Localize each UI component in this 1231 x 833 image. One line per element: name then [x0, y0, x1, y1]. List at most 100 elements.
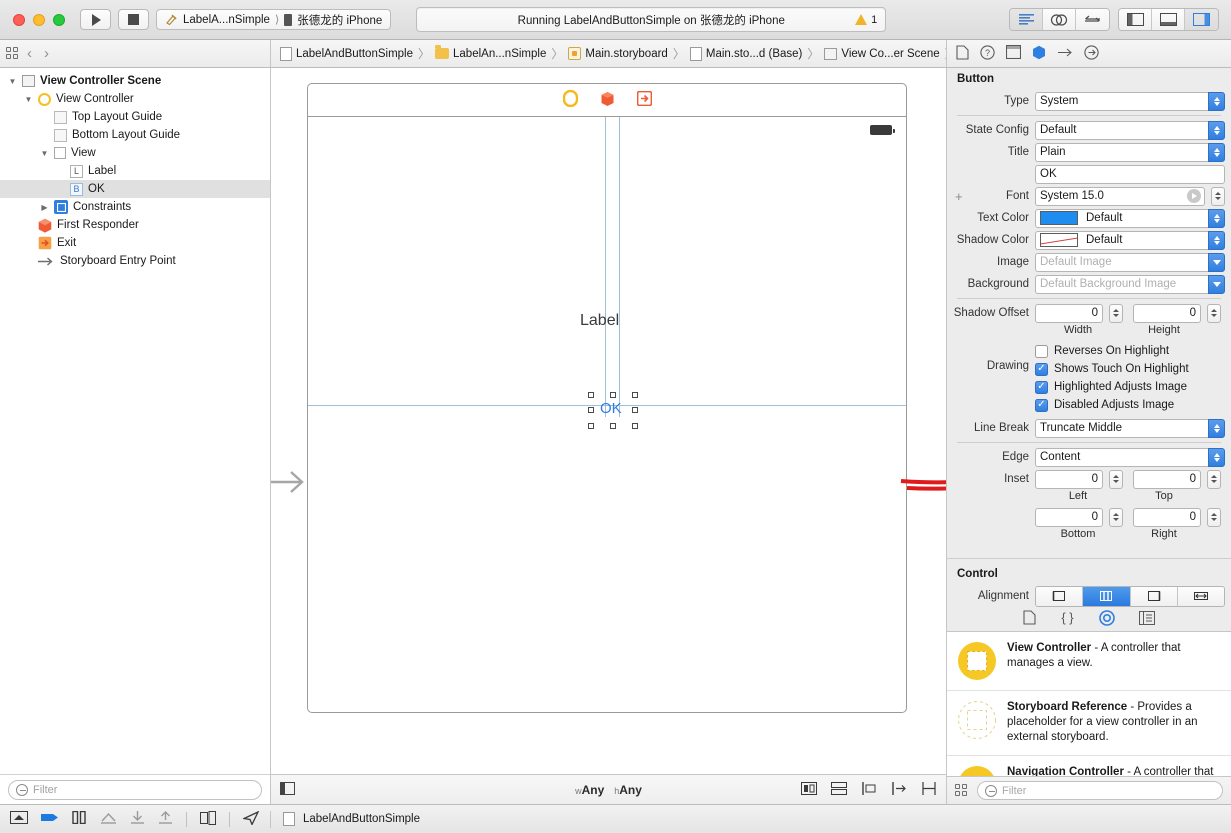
exit-dock-icon[interactable] [637, 91, 652, 109]
assistant-editor-button[interactable] [1043, 9, 1076, 30]
library-view-mode-icon[interactable] [955, 784, 969, 798]
outline-filter-field[interactable]: Filter [8, 780, 262, 800]
outline-item-view-controller-scene[interactable]: ▼View Controller Scene [0, 72, 270, 90]
embed-in-stack-icon[interactable] [831, 782, 847, 798]
root-view[interactable]: Label OK [308, 117, 906, 713]
update-frames-icon[interactable] [801, 782, 817, 798]
text-color-swatch[interactable] [1040, 211, 1078, 225]
align-left-button[interactable] [1036, 587, 1083, 606]
shadow-offset-height-stepper[interactable] [1207, 304, 1221, 323]
inset-right-input[interactable]: 0 [1133, 508, 1201, 527]
breakpoint-icon[interactable] [10, 811, 28, 827]
version-editor-button[interactable] [1076, 9, 1109, 30]
inset-top-input[interactable]: 0 [1133, 470, 1201, 489]
checkbox-reverses-on-highlight[interactable] [1035, 345, 1048, 358]
outline-item-view[interactable]: ▼View [0, 144, 270, 162]
outline-item-ok[interactable]: BOK [0, 180, 270, 198]
toggle-navigator-button[interactable] [1119, 9, 1152, 30]
inset-bottom-input[interactable]: 0 [1035, 508, 1103, 527]
inset-top-stepper[interactable] [1207, 470, 1221, 489]
background-popup[interactable]: Default Background Image [1035, 275, 1225, 294]
checkbox-shows-touch-on-highlight[interactable] [1035, 363, 1048, 376]
shadow-color-swatch[interactable] [1040, 233, 1078, 247]
breadcrumb-base-localization[interactable]: Main.sto...d (Base) [687, 47, 806, 61]
view-hierarchy-icon[interactable] [200, 811, 216, 828]
drawing-option-row[interactable]: Disabled Adjusts Image [1035, 396, 1231, 414]
stop-button[interactable] [118, 9, 149, 30]
text-color-popup[interactable]: Default [1035, 209, 1225, 228]
breadcrumb-group[interactable]: LabelAn...nSimple [432, 48, 549, 60]
back-button[interactable]: ‹ [22, 45, 37, 62]
resize-handle-t[interactable] [610, 392, 616, 398]
quick-help-tab[interactable]: ? [980, 45, 995, 63]
disclosure-triangle-icon[interactable]: ▼ [24, 95, 33, 104]
outline-item-first-responder[interactable]: First Responder [0, 216, 270, 234]
step-out-icon[interactable] [158, 811, 173, 827]
attributes-inspector-tab[interactable] [1032, 45, 1046, 63]
size-inspector-tab[interactable] [1057, 45, 1073, 63]
outline-item-view-controller[interactable]: ▼View Controller [0, 90, 270, 108]
inset-left-stepper[interactable] [1109, 470, 1123, 489]
view-controller-dock-icon[interactable] [563, 90, 578, 110]
outline-item-exit[interactable]: Exit [0, 234, 270, 252]
drawing-option-row[interactable]: Shows Touch On Highlight [1035, 360, 1231, 378]
breadcrumb-project[interactable]: LabelAndButtonSimple [277, 47, 416, 61]
storyboard-canvas[interactable]: Label OK [271, 68, 946, 774]
align-center-button[interactable] [1083, 587, 1130, 606]
minimize-window-button[interactable] [33, 14, 45, 26]
line-break-popup[interactable]: Truncate Middle [1035, 419, 1225, 438]
document-outline-list[interactable]: ▼View Controller Scene▼View ControllerTo… [0, 68, 270, 774]
add-variation-icon[interactable]: + [955, 189, 963, 204]
type-popup[interactable]: System [1035, 92, 1225, 111]
document-outline-toggle[interactable] [280, 782, 295, 798]
media-library-icon[interactable] [1139, 611, 1155, 628]
issue-counter[interactable]: 1 [855, 14, 877, 26]
object-library-list[interactable]: View Controller - A controller that mana… [947, 631, 1231, 776]
outline-item-top-layout-guide[interactable]: Top Layout Guide [0, 108, 270, 126]
shadow-color-popup[interactable]: Default [1035, 231, 1225, 250]
outline-item-label[interactable]: LLabel [0, 162, 270, 180]
inset-left-input[interactable]: 0 [1035, 470, 1103, 489]
outline-item-constraints[interactable]: ▶Constraints [0, 198, 270, 216]
edge-popup[interactable]: Content [1035, 448, 1225, 467]
location-icon[interactable] [243, 811, 259, 828]
resolve-issues-icon[interactable] [921, 782, 937, 798]
checkbox-highlighted-adjusts-image[interactable] [1035, 381, 1048, 394]
code-snippet-library-icon[interactable]: { } [1060, 610, 1075, 628]
drawing-option-row[interactable]: Highlighted Adjusts Image [1035, 378, 1231, 396]
zoom-window-button[interactable] [53, 14, 65, 26]
library-filter-field[interactable]: Filter [977, 781, 1223, 800]
inset-right-stepper[interactable] [1207, 508, 1221, 527]
navigator-chooser-icon[interactable] [6, 47, 20, 61]
align-right-button[interactable] [1131, 587, 1178, 606]
identity-inspector-tab[interactable] [1006, 45, 1021, 62]
shadow-offset-height-input[interactable]: 0 [1133, 304, 1201, 323]
disclosure-triangle-icon[interactable]: ▼ [8, 77, 17, 86]
ok-button-object[interactable]: OK [600, 400, 622, 417]
library-item[interactable]: Navigation Controller - A controller tha… [947, 756, 1231, 776]
size-class-indicator[interactable]: wAny hAny [575, 783, 642, 797]
font-field[interactable]: System 15.0 [1035, 187, 1205, 206]
connections-inspector-tab[interactable] [1084, 45, 1099, 63]
align-fill-button[interactable] [1178, 587, 1224, 606]
continue-icon[interactable] [41, 811, 59, 827]
resize-handle-b[interactable] [610, 423, 616, 429]
library-item[interactable]: View Controller - A controller that mana… [947, 632, 1231, 691]
resize-handle-tr[interactable] [632, 392, 638, 398]
title-style-popup[interactable]: Plain [1035, 143, 1225, 162]
first-responder-dock-icon[interactable] [600, 91, 615, 110]
run-button[interactable] [80, 9, 111, 30]
ok-button-selection[interactable]: OK [588, 392, 638, 429]
forward-button[interactable]: › [39, 45, 54, 62]
title-text-input[interactable]: OK [1035, 165, 1225, 184]
close-window-button[interactable] [13, 14, 25, 26]
drawing-option-row[interactable]: Reverses On Highlight [1035, 342, 1231, 360]
resize-handle-br[interactable] [632, 423, 638, 429]
library-item[interactable]: Storyboard Reference - Provides a placeh… [947, 691, 1231, 756]
breadcrumb-storyboard[interactable]: Main.storyboard [565, 47, 670, 60]
shadow-offset-width-stepper[interactable] [1109, 304, 1123, 323]
alignment-segmented[interactable] [1035, 586, 1225, 607]
pause-icon[interactable] [72, 811, 87, 827]
scheme-selector[interactable]: LabelA...nSimple ⟩ 张德龙的 iPhone [156, 9, 391, 30]
font-picker-icon[interactable] [1187, 189, 1201, 203]
